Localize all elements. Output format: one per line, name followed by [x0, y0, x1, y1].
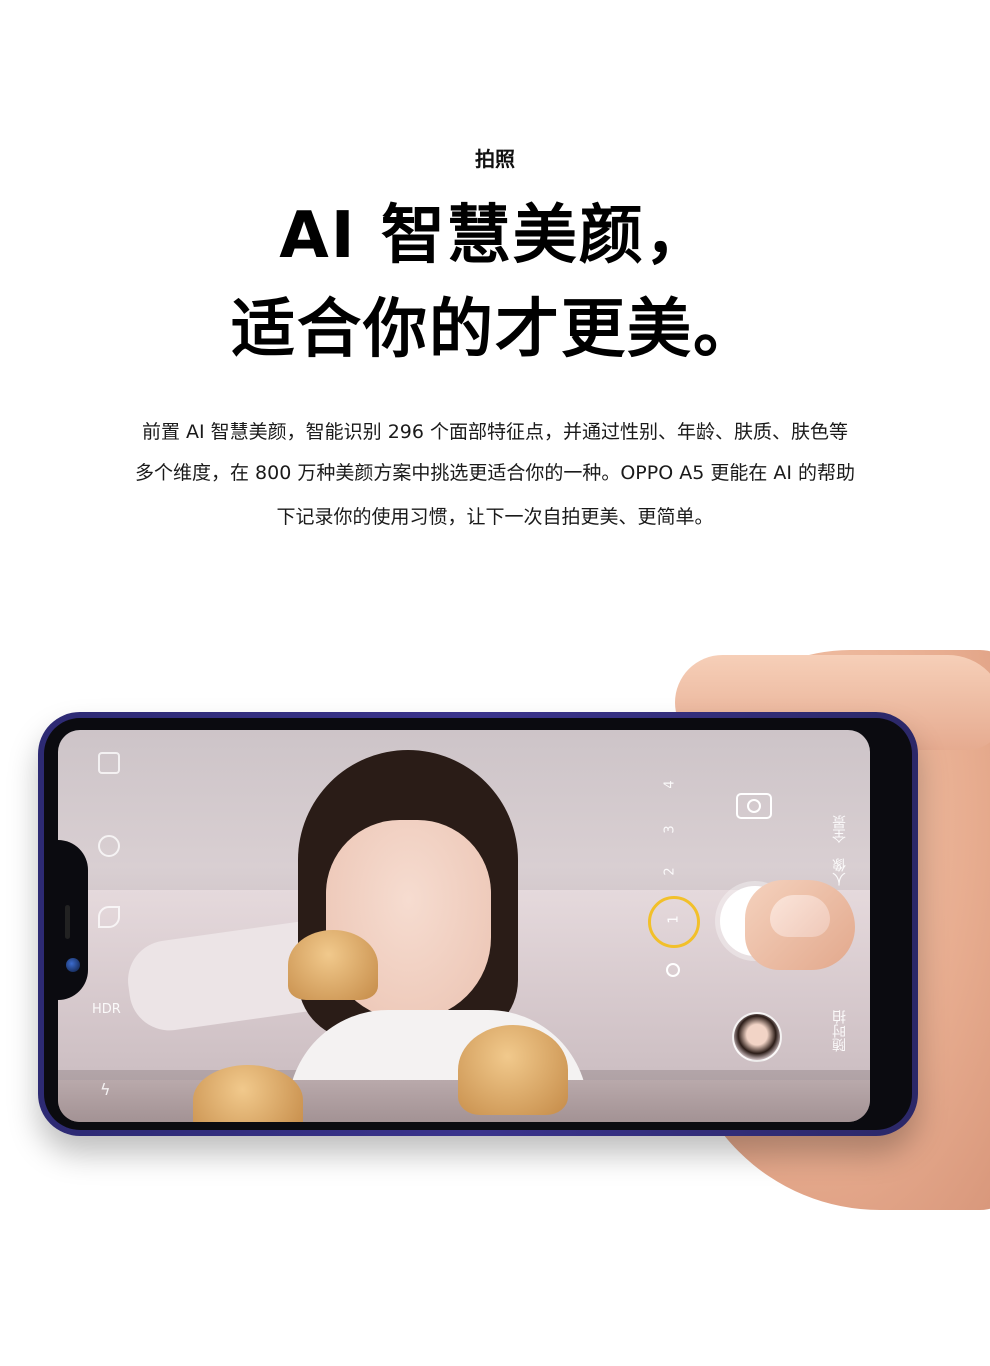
flash-icon[interactable]: ϟ: [100, 1080, 111, 1099]
mode-portrait[interactable]: 人像: [830, 858, 850, 886]
description-line-2: 多个维度，在 800 万种美颜方案中挑选更适合你的一种。OPPO A5 更能在 …: [134, 462, 856, 484]
zoom-level-4[interactable]: 4: [663, 780, 678, 788]
beauty-icon[interactable]: [98, 906, 120, 928]
muffin: [193, 1065, 303, 1122]
headline-line-1: AI 智慧美颜，: [279, 199, 711, 273]
zoom-active-label: 1: [666, 915, 682, 924]
zoom-level-3[interactable]: 3: [663, 825, 678, 833]
photo-thumbnail[interactable]: [732, 1012, 782, 1062]
hdr-toggle[interactable]: HDR: [92, 1002, 121, 1017]
timer-icon[interactable]: [98, 835, 120, 857]
headline-line-2: 适合你的才更美。: [231, 293, 759, 367]
zoom-level-1-active[interactable]: 1: [648, 896, 700, 948]
muffin: [458, 1025, 568, 1115]
screen-notch: [58, 840, 88, 1000]
front-camera-icon: [66, 958, 80, 972]
gallery-icon[interactable]: [98, 752, 120, 774]
camera-switch-icon[interactable]: [736, 793, 772, 819]
earpiece-speaker: [65, 905, 70, 939]
mode-panorama[interactable]: 全景: [830, 815, 850, 843]
section-label: 拍照: [475, 147, 515, 171]
mode-other[interactable]: 随时拍: [830, 1010, 850, 1052]
zoom-dot-icon: [666, 963, 680, 977]
muffin: [288, 930, 378, 1000]
description-line-3: 下记录你的使用习惯，让下一次自拍更美、更简单。: [276, 506, 714, 528]
thumb-nail: [770, 895, 830, 937]
zoom-level-2[interactable]: 2: [663, 867, 678, 875]
description-line-1: 前置 AI 智慧美颜，智能识别 296 个面部特征点，并通过性别、年龄、肤质、肤…: [141, 421, 849, 443]
